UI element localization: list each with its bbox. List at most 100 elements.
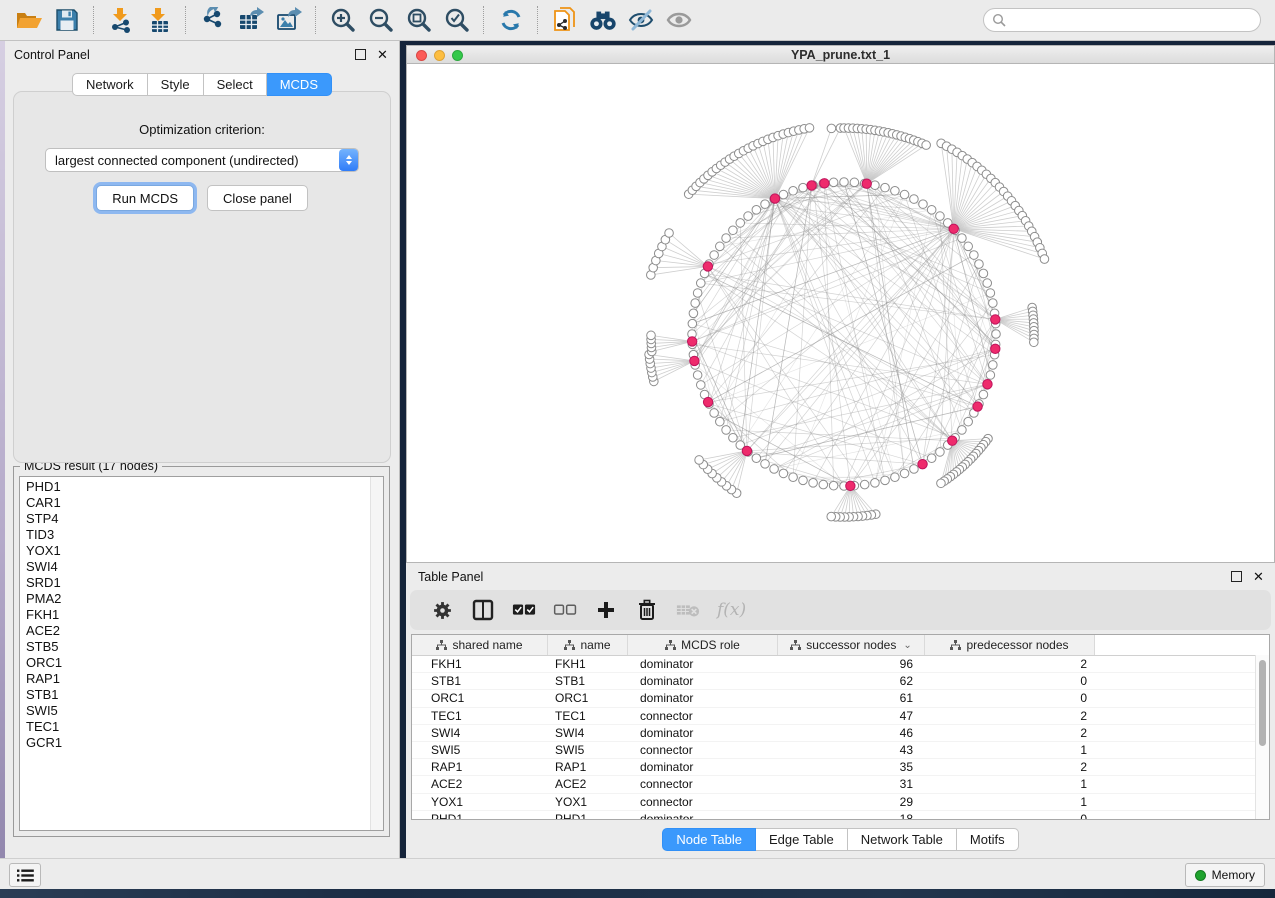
first-neighbors-button[interactable]: [588, 5, 618, 35]
export-image-icon: [276, 7, 302, 33]
select-all-button[interactable]: [512, 598, 536, 622]
split-panel-icon: [472, 599, 494, 621]
clone-network-button[interactable]: [550, 5, 580, 35]
tab-mcds[interactable]: MCDS: [267, 73, 332, 96]
export-network-icon: [200, 7, 226, 33]
import-network-icon: [109, 7, 133, 33]
toolbar-separator: [483, 6, 485, 34]
table-panel-float-button[interactable]: [1230, 570, 1243, 583]
tab-select[interactable]: Select: [204, 73, 267, 96]
table-row[interactable]: ORC1ORC1dominator610: [412, 690, 1269, 707]
memory-button[interactable]: Memory: [1185, 863, 1265, 887]
table-row[interactable]: RAP1RAP1dominator352: [412, 759, 1269, 776]
column-header-successor-nodes[interactable]: successor nodes⌄: [778, 635, 925, 655]
table-row[interactable]: PHD1PHD1dominator180: [412, 811, 1269, 820]
export-network-button[interactable]: [198, 5, 228, 35]
table-row[interactable]: STB1STB1dominator620: [412, 673, 1269, 690]
table-settings-button[interactable]: [430, 598, 454, 622]
mcds-result-item[interactable]: RAP1: [26, 671, 383, 687]
mcds-result-item[interactable]: CAR1: [26, 495, 383, 511]
control-panel-close-button[interactable]: ✕: [376, 48, 389, 61]
control-panel-float-button[interactable]: [354, 48, 367, 61]
table-panel-header: Table Panel ✕: [406, 563, 1275, 589]
mcds-result-item[interactable]: GCR1: [26, 735, 383, 751]
float-icon: [1231, 571, 1242, 582]
tab-edge-table[interactable]: Edge Table: [756, 828, 848, 851]
table-row[interactable]: ACE2ACE2connector311: [412, 776, 1269, 793]
add-column-button[interactable]: [594, 598, 618, 622]
mcds-list-scrollbar[interactable]: [370, 477, 383, 830]
mcds-result-item[interactable]: SRD1: [26, 575, 383, 591]
hide-selected-button[interactable]: [626, 5, 656, 35]
column-header-name[interactable]: name: [548, 635, 628, 655]
table-row[interactable]: SWI5SWI5connector431: [412, 742, 1269, 759]
network-graph[interactable]: [407, 64, 1274, 561]
mcds-result-item[interactable]: ACE2: [26, 623, 383, 639]
column-header-shared-name[interactable]: shared name: [412, 635, 548, 655]
mcds-result-item[interactable]: SWI5: [26, 703, 383, 719]
table-scrollbar[interactable]: [1255, 655, 1269, 819]
delete-table-icon: [676, 602, 700, 618]
zoom-in-button[interactable]: [328, 5, 358, 35]
zoom-selected-button[interactable]: [442, 5, 472, 35]
tab-style[interactable]: Style: [148, 73, 204, 96]
node-table[interactable]: shared namenameMCDS rolesuccessor nodes⌄…: [411, 634, 1270, 820]
mcds-result-group: MCDS result (17 nodes) PHD1CAR1STP4TID3Y…: [13, 466, 390, 837]
split-panel-button[interactable]: [471, 598, 495, 622]
import-network-button[interactable]: [106, 5, 136, 35]
close-panel-button[interactable]: Close panel: [207, 185, 308, 211]
task-history-button[interactable]: [9, 863, 41, 887]
show-all-button[interactable]: [664, 5, 694, 35]
tab-motifs[interactable]: Motifs: [957, 828, 1019, 851]
network-window-titlebar[interactable]: YPA_prune.txt_1: [406, 45, 1275, 64]
mcds-result-item[interactable]: TID3: [26, 527, 383, 543]
export-table-icon: [238, 7, 264, 33]
import-table-button[interactable]: [144, 5, 174, 35]
function-builder-button[interactable]: f(x): [717, 598, 746, 622]
table-scrollbar-thumb[interactable]: [1259, 660, 1266, 746]
mcds-result-list[interactable]: PHD1CAR1STP4TID3YOX1SWI4SRD1PMA2FKH1ACE2…: [19, 476, 384, 831]
delete-table-button[interactable]: [676, 598, 700, 622]
search-input[interactable]: [1006, 10, 1260, 30]
mcds-result-item[interactable]: TEC1: [26, 719, 383, 735]
export-table-button[interactable]: [236, 5, 266, 35]
column-header-mcds-role[interactable]: MCDS role: [628, 635, 778, 655]
mcds-result-item[interactable]: FKH1: [26, 607, 383, 623]
tab-node-table[interactable]: Node Table: [662, 828, 756, 851]
column-header-predecessor-nodes[interactable]: predecessor nodes: [925, 635, 1095, 655]
table-panel-close-button[interactable]: ✕: [1252, 570, 1265, 583]
tab-network[interactable]: Network: [72, 73, 148, 96]
status-bar: Memory: [0, 858, 1275, 889]
tab-network-table[interactable]: Network Table: [848, 828, 957, 851]
zoom-fit-button[interactable]: [404, 5, 434, 35]
mcds-result-item[interactable]: PMA2: [26, 591, 383, 607]
save-session-button[interactable]: [52, 5, 82, 35]
open-session-button[interactable]: [14, 5, 44, 35]
table-row[interactable]: SWI4SWI4dominator462: [412, 725, 1269, 742]
mcds-result-item[interactable]: YOX1: [26, 543, 383, 559]
mcds-result-item[interactable]: ORC1: [26, 655, 383, 671]
optimization-criterion-select[interactable]: largest connected component (undirected): [45, 148, 359, 172]
export-image-button[interactable]: [274, 5, 304, 35]
mcds-result-item[interactable]: PHD1: [26, 479, 383, 495]
mcds-result-item[interactable]: SWI4: [26, 559, 383, 575]
table-panel: Table Panel ✕: [406, 563, 1275, 858]
zoom-selected-icon: [444, 7, 470, 33]
network-canvas[interactable]: [406, 64, 1275, 563]
mcds-panel: Optimization criterion: largest connecte…: [13, 91, 391, 463]
deselect-all-button[interactable]: [553, 598, 577, 622]
plus-icon: [596, 600, 616, 620]
table-row[interactable]: YOX1YOX1connector291: [412, 794, 1269, 811]
table-row[interactable]: FKH1FKH1dominator962: [412, 656, 1269, 673]
search-box[interactable]: [983, 8, 1261, 32]
mcds-result-item[interactable]: STB1: [26, 687, 383, 703]
node-table-header: shared namenameMCDS rolesuccessor nodes⌄…: [412, 635, 1269, 656]
table-row[interactable]: TEC1TEC1connector472: [412, 708, 1269, 725]
mcds-result-item[interactable]: STP4: [26, 511, 383, 527]
run-mcds-button[interactable]: Run MCDS: [96, 185, 194, 211]
zoom-out-button[interactable]: [366, 5, 396, 35]
refresh-button[interactable]: [496, 5, 526, 35]
mcds-result-item[interactable]: STB5: [26, 639, 383, 655]
main-toolbar: [0, 0, 1275, 41]
delete-column-button[interactable]: [635, 598, 659, 622]
